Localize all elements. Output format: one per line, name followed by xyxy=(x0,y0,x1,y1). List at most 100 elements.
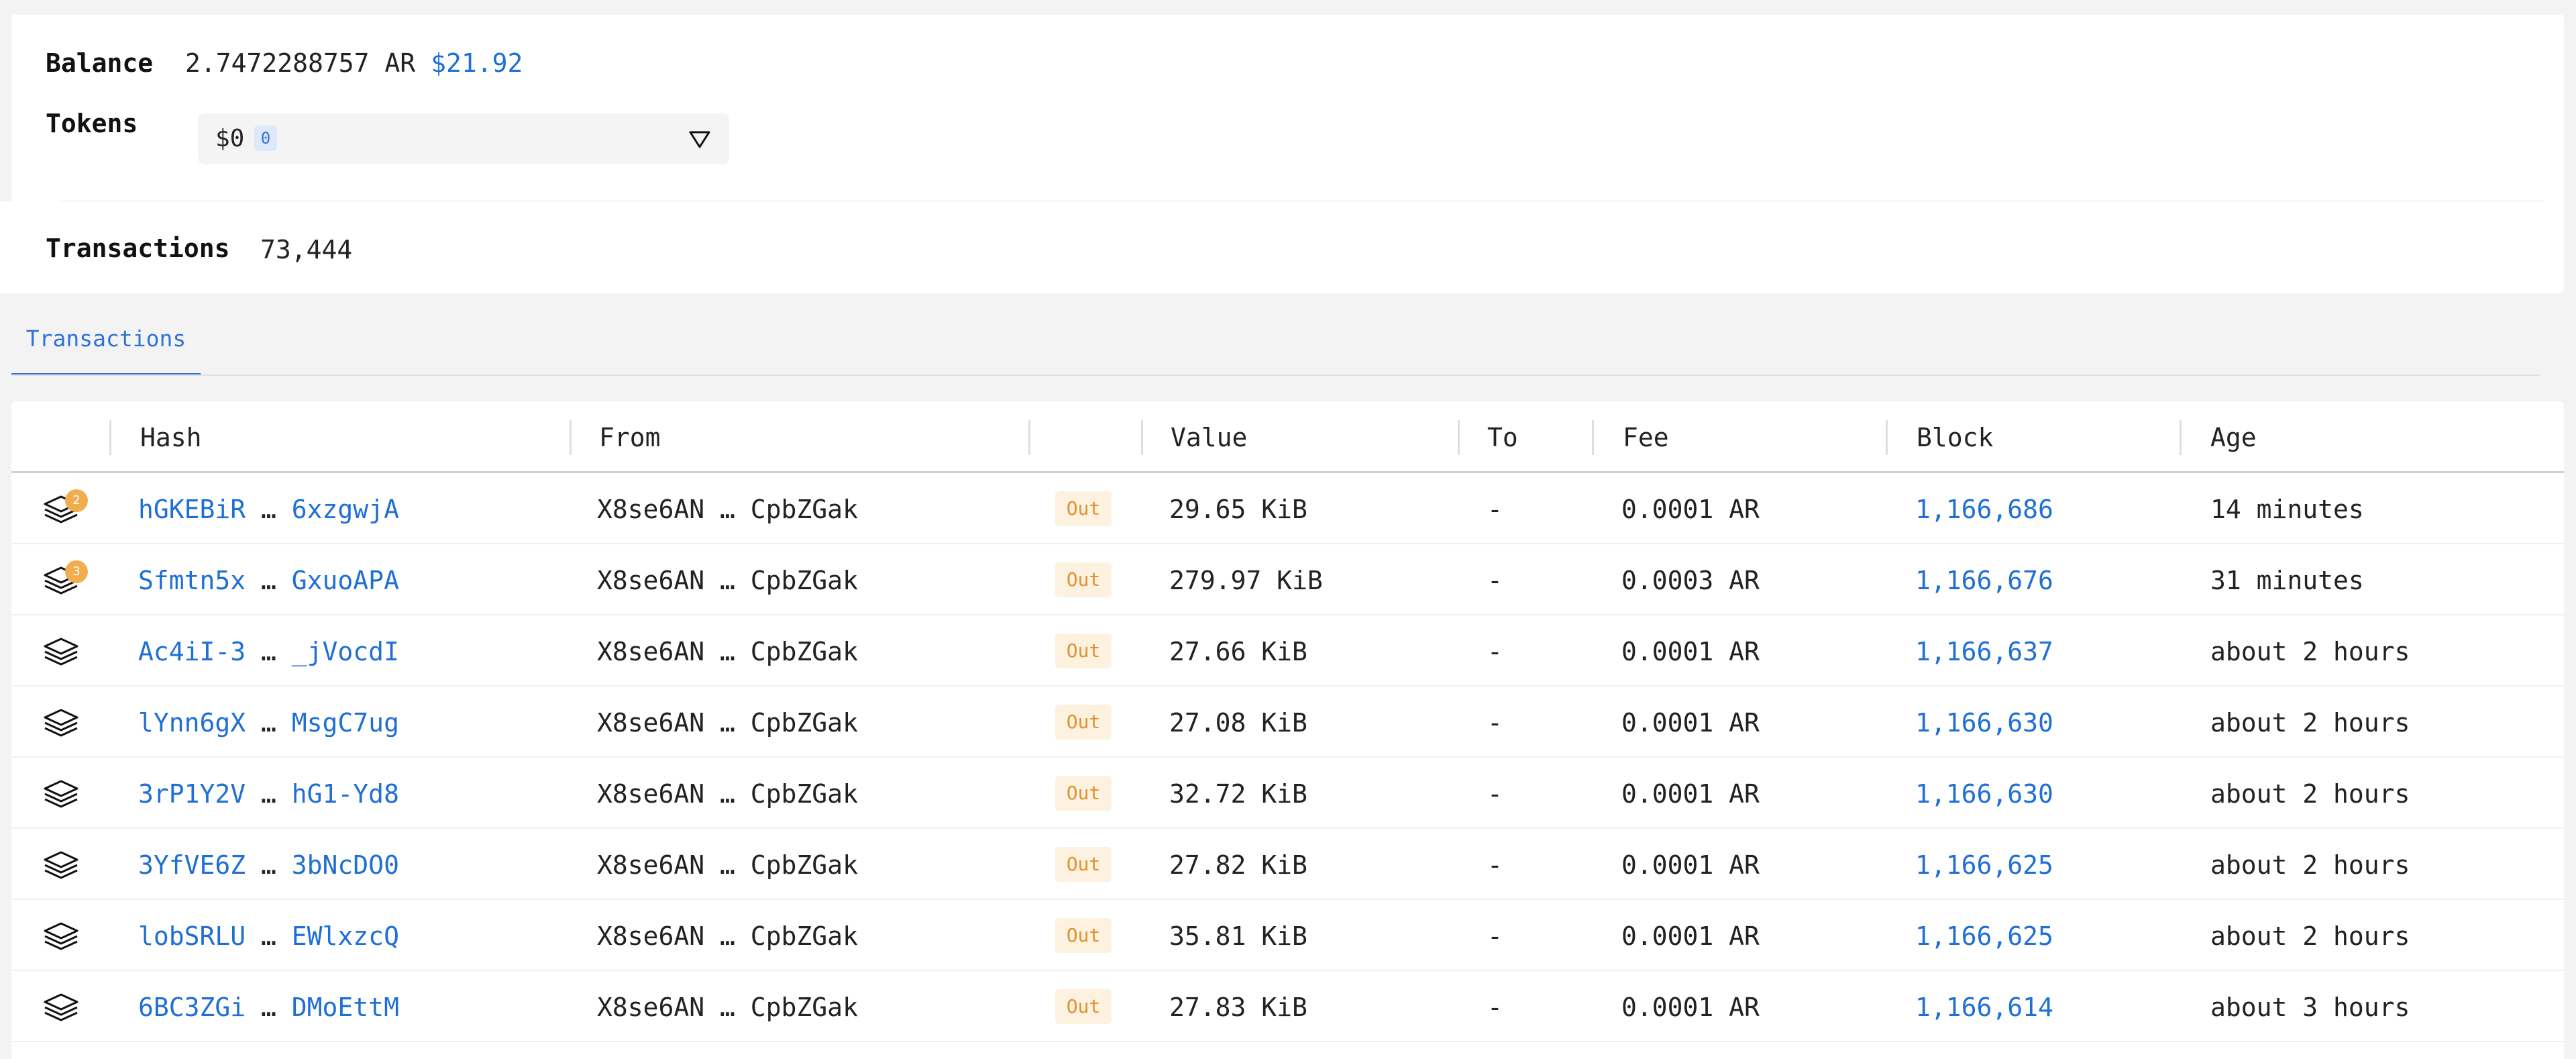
tx-hash-link[interactable]: Sfmtn5x … GxuoAPA xyxy=(138,566,399,595)
tx-block-link[interactable]: 1,166,630 xyxy=(1915,708,2053,738)
direction-badge: Out xyxy=(1055,776,1112,811)
tx-from-address[interactable]: X8se6AN … CpbZGak xyxy=(597,850,858,880)
tx-hash-start: Sfmtn5x xyxy=(138,566,246,595)
tx-to: - xyxy=(1487,850,1503,880)
tx-fee: 0.0001 AR xyxy=(1621,779,1760,809)
tx-hash-end: GxuoAPA xyxy=(291,566,399,595)
balance-ar: 2.7472288757 AR xyxy=(185,48,416,78)
table-row[interactable]: 3rP1Y2V … hG1-Yd8 X8se6AN … CpbZGak Out 32.… xyxy=(11,758,2564,829)
ellipsis: … xyxy=(246,566,292,595)
tx-age: about 2 hours xyxy=(2210,850,2410,880)
tokens-count-badge: 0 xyxy=(254,125,277,151)
tx-age: about 2 hours xyxy=(2210,637,2410,666)
column-separator xyxy=(1592,420,1594,455)
tx-value: 27.08 KiB xyxy=(1169,708,1307,738)
tx-hash-end: 6xzgwjA xyxy=(291,495,399,524)
table-row[interactable]: Ac4iI-3 … _jVocdI X8se6AN … CpbZGak Out 27.… xyxy=(11,615,2564,687)
tx-fee: 0.0001 AR xyxy=(1621,708,1760,738)
table-row[interactable]: 6BC3ZGi … DMoEttM X8se6AN … CpbZGak Out 27.… xyxy=(11,971,2564,1042)
transactions-count: 73,444 xyxy=(260,235,353,264)
column-header-block: Block xyxy=(1917,423,1994,452)
balance-usd: $21.92 xyxy=(431,48,523,78)
tx-hash-end: DMoEttM xyxy=(291,993,399,1022)
tab-transactions[interactable]: Transactions xyxy=(11,315,201,376)
tx-hash-start: Ac4iI-3 xyxy=(138,637,246,666)
column-header-from: From xyxy=(599,423,661,452)
tx-from-address[interactable]: X8se6AN … CpbZGak xyxy=(597,637,858,666)
from-end: CpbZGak xyxy=(750,921,858,951)
tx-to: - xyxy=(1487,779,1503,809)
ellipsis: … xyxy=(704,708,751,738)
ellipsis: … xyxy=(704,637,751,666)
from-end: CpbZGak xyxy=(750,637,858,666)
tx-fee: 0.0001 AR xyxy=(1621,921,1760,951)
tokens-label: Tokens xyxy=(46,109,138,138)
tx-hash-link[interactable]: 6BC3ZGi … DMoEttM xyxy=(138,993,399,1022)
tx-hash-link[interactable]: 3YfVE6Z … 3bNcDO0 xyxy=(138,850,399,880)
tx-to: - xyxy=(1487,708,1503,738)
tx-age: 31 minutes xyxy=(2210,566,2364,595)
ellipsis: … xyxy=(246,993,292,1022)
tx-value: 279.97 KiB xyxy=(1169,566,1323,595)
tx-to: - xyxy=(1487,993,1503,1022)
from-start: X8se6AN xyxy=(597,850,705,880)
tx-to: - xyxy=(1487,921,1503,951)
tx-value: 27.82 KiB xyxy=(1169,850,1307,880)
direction-badge: Out xyxy=(1055,847,1112,882)
direction-badge: Out xyxy=(1055,705,1112,740)
from-start: X8se6AN xyxy=(597,566,705,595)
tx-from-address[interactable]: X8se6AN … CpbZGak xyxy=(597,921,858,951)
from-start: X8se6AN xyxy=(597,779,705,809)
tx-value: 32.72 KiB xyxy=(1169,779,1307,809)
tx-block-link[interactable]: 1,166,630 xyxy=(1915,779,2053,809)
tx-to: - xyxy=(1487,495,1503,524)
tx-block-link[interactable]: 1,166,614 xyxy=(1915,993,2053,1022)
layers-icon xyxy=(42,774,81,813)
tx-fee: 0.0003 AR xyxy=(1621,566,1760,595)
column-separator xyxy=(1028,420,1030,455)
column-separator xyxy=(1141,420,1143,455)
ellipsis: … xyxy=(246,921,292,951)
tx-hash-link[interactable]: 3rP1Y2V … hG1-Yd8 xyxy=(138,779,399,809)
table-row[interactable]: 3 Sfmtn5x … GxuoAPA X8se6AN … CpbZGak Out 27… xyxy=(11,544,2564,615)
tx-value: 27.83 KiB xyxy=(1169,993,1307,1022)
tx-from-address[interactable]: X8se6AN … CpbZGak xyxy=(597,566,858,595)
tx-from-address[interactable]: X8se6AN … CpbZGak xyxy=(597,779,858,809)
ellipsis: … xyxy=(704,850,751,880)
ellipsis: … xyxy=(246,779,292,809)
pending-dot-icon: 3 xyxy=(65,560,88,583)
tx-block-link[interactable]: 1,166,625 xyxy=(1915,850,2053,880)
tx-block-link[interactable]: 1,166,686 xyxy=(1915,495,2053,524)
tx-hash-link[interactable]: lYnn6gX … MsgC7ug xyxy=(138,708,399,738)
direction-badge: Out xyxy=(1055,634,1112,668)
tx-hash-link[interactable]: Ac4iI-3 … _jVocdI xyxy=(138,637,399,666)
balance-value: 2.7472288757 AR $21.92 xyxy=(185,48,523,78)
column-separator xyxy=(570,420,572,455)
table-row[interactable]: lobSRLU … EWlxzcQ X8se6AN … CpbZGak Out 35.… xyxy=(11,900,2564,971)
from-start: X8se6AN xyxy=(597,708,705,738)
table-row[interactable]: lYnn6gX … MsgC7ug X8se6AN … CpbZGak Out 27.… xyxy=(11,687,2564,758)
tx-hash-end: 3bNcDO0 xyxy=(291,850,399,880)
direction-badge: Out xyxy=(1055,491,1112,526)
tx-block-link[interactable]: 1,166,676 xyxy=(1915,566,2053,595)
tx-block-link[interactable]: 1,166,625 xyxy=(1915,921,2053,951)
tx-value: 29.65 KiB xyxy=(1169,495,1307,524)
column-separator xyxy=(109,420,111,455)
tx-hash-start: lYnn6gX xyxy=(138,708,246,738)
tx-hash-link[interactable]: hGKEBiR … 6xzgwjA xyxy=(138,495,399,524)
tx-from-address[interactable]: X8se6AN … CpbZGak xyxy=(597,708,858,738)
tokens-dropdown[interactable]: $0 0 xyxy=(198,113,729,164)
tx-hash-link[interactable]: lobSRLU … EWlxzcQ xyxy=(138,921,399,951)
tx-from-address[interactable]: X8se6AN … CpbZGak xyxy=(597,993,858,1022)
layers-icon: 2 xyxy=(42,489,88,528)
column-header-hash: Hash xyxy=(140,423,202,452)
ellipsis: … xyxy=(704,566,751,595)
tab-bar: Transactions xyxy=(11,315,2540,376)
tx-from-address[interactable]: X8se6AN … CpbZGak xyxy=(597,495,858,524)
tx-value: 27.66 KiB xyxy=(1169,637,1307,666)
tx-block-link[interactable]: 1,166,637 xyxy=(1915,637,2053,666)
from-end: CpbZGak xyxy=(750,708,858,738)
ellipsis: … xyxy=(246,637,292,666)
table-row[interactable]: 2 hGKEBiR … 6xzgwjA X8se6AN … CpbZGak Out 29… xyxy=(11,473,2564,544)
table-row[interactable]: 3YfVE6Z … 3bNcDO0 X8se6AN … CpbZGak Out 27.… xyxy=(11,829,2564,900)
